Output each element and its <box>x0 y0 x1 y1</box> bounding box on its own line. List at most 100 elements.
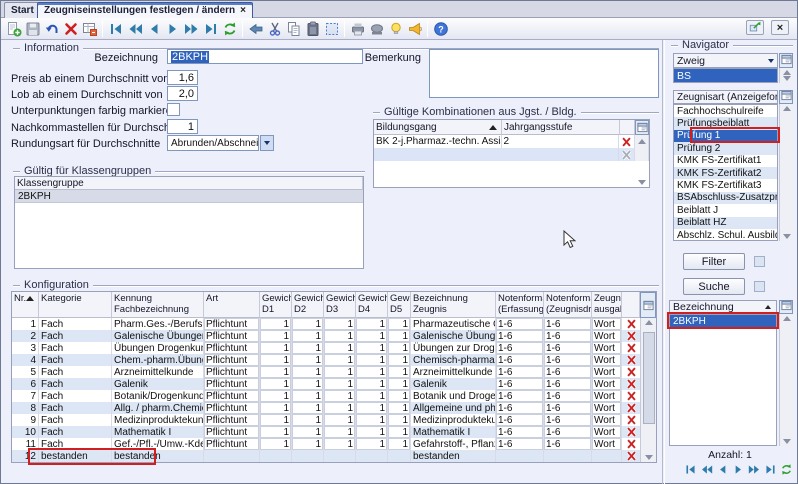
empty-selected-row[interactable] <box>374 148 649 161</box>
column-header[interactable]: Kategorie <box>39 292 112 318</box>
last-record-icon[interactable] <box>763 462 777 476</box>
table-row[interactable]: BK 2-j.Pharmaz.-techn. Assistenten2 <box>374 135 649 148</box>
zweig-selected-item[interactable]: BS <box>673 68 778 83</box>
stamp-icon[interactable] <box>367 20 386 38</box>
zweig-column-chooser-button[interactable] <box>779 53 793 68</box>
delete-row-button[interactable] <box>619 148 635 161</box>
zeugnisart-header[interactable]: Zeugnisart (Anzeigeform) <box>673 90 778 104</box>
hint-icon[interactable] <box>386 20 405 38</box>
table-row[interactable]: 10FachMathematik IPflichtunt11111Mathema… <box>12 426 656 438</box>
delete-row-button[interactable] <box>622 426 640 438</box>
delete-row-button[interactable] <box>622 378 640 390</box>
zeugnisart-scrollbar[interactable] <box>779 104 793 241</box>
fast-forward-record-icon[interactable] <box>747 462 761 476</box>
fast-forward-icon[interactable] <box>182 20 201 38</box>
sidebar-item-zeugnisart[interactable]: Prüfungsbeiblatt <box>674 117 777 129</box>
column-header[interactable]: Art <box>204 292 260 318</box>
delete-row-button[interactable] <box>622 402 640 414</box>
first-icon[interactable] <box>106 20 125 38</box>
table-row[interactable]: 2FachGalenische ÜbungenPflichtunt11111Ga… <box>12 330 656 342</box>
select-icon[interactable] <box>322 20 341 38</box>
filter-checkbox[interactable] <box>754 256 765 267</box>
column-header[interactable]: Nr. <box>12 292 39 318</box>
delete-row-button[interactable] <box>622 438 640 450</box>
column-header-bildungsgang[interactable]: Bildungsgang <box>374 120 502 135</box>
scrollbar-thumb[interactable] <box>643 332 655 424</box>
delete-row-button[interactable] <box>619 135 635 148</box>
column-header[interactable]: Zeugnis-ausgabe <box>592 292 622 318</box>
sidebar-item-zeugnisart[interactable]: Abschlz. Schul. Ausbildg. <box>674 229 777 241</box>
unterpunktungen-checkbox[interactable] <box>167 103 180 116</box>
close-icon[interactable]: × <box>240 5 246 16</box>
bezeichnung-scrollbar[interactable] <box>779 314 793 446</box>
suche-checkbox[interactable] <box>754 281 765 292</box>
tab-zeugniseinstellungen[interactable]: Zeugniseinstellungen festlegen / ändern … <box>37 2 253 18</box>
column-header[interactable]: GewichtD1 <box>260 292 292 318</box>
table-row[interactable]: 3FachÜbungen DrogenkundePflichtunt11111Ü… <box>12 342 656 354</box>
sidebar-item-zeugnisart[interactable]: Prüfung 2 <box>674 142 777 154</box>
preis-input[interactable]: 1,6 <box>167 70 198 85</box>
lob-input[interactable]: 2,0 <box>167 86 198 101</box>
delete-row-button[interactable] <box>622 414 640 426</box>
table-row[interactable]: 9FachMedizinproduktekundePflichtunt11111… <box>12 414 656 426</box>
column-header-klassengruppe[interactable]: Klassengruppe <box>15 177 363 190</box>
rundungsart-select[interactable]: Abrunden/Abschneiden <box>167 135 259 151</box>
konfiguration-column-chooser-button[interactable] <box>640 292 656 318</box>
column-header[interactable]: GewichtD2 <box>292 292 324 318</box>
column-header-jahrgangsstufe[interactable]: Jahrgangsstufe <box>502 120 620 135</box>
delete-row-button[interactable] <box>622 342 640 354</box>
table-row[interactable]: 8FachAllg. / pharm.ChemiePflichtunt11111… <box>12 402 656 414</box>
last-icon[interactable] <box>201 20 220 38</box>
paste-icon[interactable] <box>303 20 322 38</box>
sidebar-item-zeugnisart[interactable]: Beiblatt HZ <box>674 217 777 229</box>
column-header[interactable]: BezeichnungZeugnis <box>411 292 496 318</box>
bezeichnung-input[interactable]: 2BKPH <box>167 49 363 64</box>
list-item[interactable]: 2BKPH <box>15 190 363 203</box>
previous-icon[interactable] <box>144 20 163 38</box>
filter-button[interactable]: Filter <box>683 253 745 270</box>
sidebar-item-zeugnisart[interactable]: Prüfung 1 <box>674 130 777 142</box>
column-header[interactable]: Notenformat(Erfassung) <box>496 292 544 318</box>
zweig-header[interactable]: Zweig <box>673 53 778 68</box>
edit-form-icon[interactable] <box>80 20 99 38</box>
bezeichnung-list-header[interactable]: Bezeichnung <box>669 300 777 314</box>
column-header[interactable]: GewichtD3 <box>324 292 356 318</box>
scroll-down-button[interactable] <box>635 180 648 185</box>
suche-button[interactable]: Suche <box>683 278 745 295</box>
delete-icon[interactable] <box>61 20 80 38</box>
column-header[interactable]: GewichtD4 <box>356 292 388 318</box>
table-row[interactable]: 11FachGef.-/Pfl.-/Umw.-Kde.Pflichtunt111… <box>12 438 656 450</box>
fast-back-icon[interactable] <box>125 20 144 38</box>
rundungsart-dropdown-button[interactable] <box>260 135 274 151</box>
delete-row-button[interactable] <box>622 318 640 330</box>
back-icon[interactable] <box>246 20 265 38</box>
sidebar-item-zeugnisart[interactable]: KMK FS-Zertifikat3 <box>674 179 777 191</box>
new-record-icon[interactable] <box>4 20 23 38</box>
scroll-up-button[interactable] <box>635 135 649 148</box>
detach-window-button[interactable] <box>746 20 764 35</box>
announce-icon[interactable] <box>405 20 424 38</box>
column-header[interactable]: KennungFachbezeichnung <box>112 292 204 318</box>
first-record-icon[interactable] <box>683 462 697 476</box>
column-header[interactable]: Notenformat(Zeugnisdruck) <box>544 292 592 318</box>
splitter[interactable] <box>662 40 665 484</box>
copy-icon[interactable] <box>284 20 303 38</box>
delete-row-button[interactable] <box>622 390 640 402</box>
refresh-record-icon[interactable] <box>779 462 793 476</box>
delete-row-button[interactable] <box>622 330 640 342</box>
fast-back-record-icon[interactable] <box>699 462 713 476</box>
zeugnisart-column-chooser-button[interactable] <box>779 90 793 104</box>
save-icon[interactable] <box>23 20 42 38</box>
previous-record-icon[interactable] <box>715 462 729 476</box>
sidebar-item-zeugnisart[interactable]: KMK FS-Zertifikat2 <box>674 167 777 179</box>
sidebar-item-zeugnisart[interactable]: KMK FS-Zertifikat1 <box>674 155 777 167</box>
print-icon[interactable] <box>348 20 367 38</box>
close-panel-button[interactable]: × <box>771 20 789 35</box>
sidebar-item-zeugnisart[interactable]: Beiblatt J <box>674 204 777 216</box>
sidebar-item-bezeichnung[interactable]: 2BKPH <box>670 315 776 328</box>
delete-row-button[interactable] <box>622 450 640 462</box>
undo-icon[interactable] <box>42 20 61 38</box>
table-row[interactable]: 7FachBotanik/DrogenkundePflichtunt11111B… <box>12 390 656 402</box>
zweig-spinner[interactable] <box>779 68 793 83</box>
sidebar-item-zeugnisart[interactable]: Fachhochschulreife <box>674 105 777 117</box>
